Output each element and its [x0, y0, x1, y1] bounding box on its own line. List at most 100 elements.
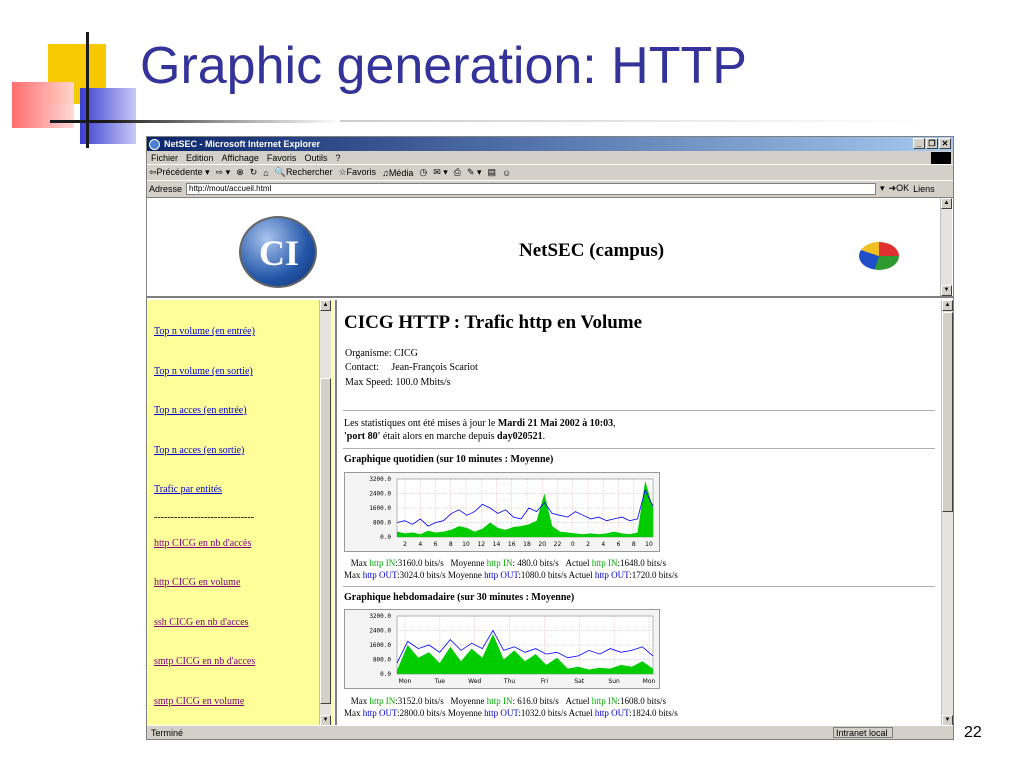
- cur-label: Actuel: [568, 708, 593, 718]
- address-dropdown-icon[interactable]: ▾: [880, 183, 885, 194]
- browser-window: NetSEC - Microsoft Internet Explorer _ ❐…: [146, 136, 954, 740]
- cur-label: Actuel: [568, 570, 593, 580]
- x-tick-label: 8: [449, 541, 453, 548]
- page-content: CI NetSEC (campus) ▲ ▼ Top n volume (en …: [147, 197, 953, 726]
- nav-link-http-access[interactable]: http CICG en nb d'accès: [154, 538, 251, 549]
- http-out-label: http OUT: [594, 708, 630, 718]
- print-icon[interactable]: ⎙: [454, 167, 461, 178]
- decor-vertical-line: [86, 32, 89, 148]
- http-in-label: http IN: [369, 696, 396, 706]
- scroll-up-icon[interactable]: ▲: [941, 198, 952, 209]
- nav-link-ssh-access[interactable]: ssh CICG en nb d'acces: [154, 617, 249, 628]
- nav-link-smtp-volume[interactable]: smtp CICG en volume: [154, 696, 244, 707]
- divider: [343, 586, 935, 587]
- weekly-in-max: :3152.0 bits/s: [395, 696, 444, 706]
- mail-icon[interactable]: ✉ ▾: [433, 167, 448, 178]
- address-input[interactable]: http://mout/accueil.html: [186, 182, 877, 195]
- minimize-button[interactable]: _: [913, 138, 925, 149]
- messenger-icon[interactable]: ☺: [502, 168, 511, 178]
- weekly-in-cur: :1608.0 bits/s: [617, 696, 667, 706]
- menu-edition[interactable]: Edition: [186, 153, 214, 163]
- http-in-label: http IN: [591, 558, 618, 568]
- avg-label: Moyenne: [447, 708, 482, 718]
- x-tick-label: 20: [538, 541, 546, 548]
- x-tick-label: 14: [493, 541, 501, 548]
- menu-bar: Fichier Edition Affichage Favoris Outils…: [147, 151, 953, 165]
- daily-chart-svg: 3200.0 2400.0 1600.0 800.0 0.0 2 4 6 8 10 12 14 16 18…: [369, 476, 654, 548]
- menu-favoris[interactable]: Favoris: [267, 153, 297, 163]
- organisme-label: Organisme:: [345, 348, 392, 359]
- forward-button[interactable]: ⇨ ▾: [216, 167, 231, 178]
- x-tick-label: Sat: [574, 678, 584, 685]
- scroll-up-icon[interactable]: ▲: [942, 300, 953, 311]
- nav-link-top-volume-out[interactable]: Top n volume (en sortie): [154, 366, 253, 377]
- slide-title: Graphic generation: HTTP: [140, 37, 747, 95]
- scroll-down-icon[interactable]: ▼: [941, 285, 952, 296]
- stop-icon[interactable]: ⊗: [236, 167, 244, 178]
- nav-frame-scrollbar[interactable]: ▲ ▼: [319, 300, 331, 726]
- y-tick-label: 2400.0: [369, 491, 391, 498]
- nav-link-top-access-out[interactable]: Top n acces (en sortie): [154, 445, 244, 456]
- x-tick-label: Mon: [399, 678, 412, 685]
- nav-link-top-access-in[interactable]: Top n acces (en entrée): [154, 405, 247, 416]
- favorites-button[interactable]: ☆Favoris: [338, 167, 376, 178]
- x-tick-label: Fri: [541, 678, 548, 685]
- x-tick-label: 6: [617, 541, 621, 548]
- discuss-icon[interactable]: ▤: [488, 167, 497, 178]
- weekly-out-cur: :1824.0 bits/s: [629, 708, 678, 718]
- close-button[interactable]: ✕: [939, 138, 951, 149]
- windows-logo-icon: [931, 152, 951, 164]
- maxspeed-label: Max Speed:: [345, 377, 394, 388]
- nav-link-traffic-entities[interactable]: Trafic par entités: [154, 484, 222, 495]
- weekly-out-max: :2800.0 bits/s: [397, 708, 446, 718]
- nav-link-smtp-access[interactable]: smtp CICG en nb d'acces: [154, 656, 255, 667]
- security-zone: Intranet local: [833, 727, 893, 738]
- menu-help[interactable]: ?: [335, 153, 340, 163]
- back-button[interactable]: ⇦Précédente ▾: [149, 167, 210, 178]
- divider: [343, 448, 935, 449]
- cur-label: Actuel: [565, 696, 590, 706]
- y-tick-label: 1600.0: [369, 642, 391, 649]
- update-line: Les statistiques ont été mises à jour le…: [344, 418, 616, 429]
- search-button[interactable]: 🔍Rechercher: [275, 167, 333, 178]
- y-tick-label: 2400.0: [369, 628, 391, 635]
- maximize-button[interactable]: ❐: [926, 138, 938, 149]
- media-button[interactable]: ♫Média: [382, 168, 413, 178]
- home-icon[interactable]: ⌂: [263, 168, 268, 178]
- x-tick-label: 10: [645, 541, 653, 548]
- refresh-icon[interactable]: ↻: [250, 167, 258, 178]
- menu-affichage[interactable]: Affichage: [222, 153, 259, 163]
- favorites-label: Favoris: [346, 167, 377, 177]
- menu-fichier[interactable]: Fichier: [151, 153, 178, 163]
- status-bar: Terminé Intranet local: [147, 725, 953, 739]
- browser-titlebar[interactable]: NetSEC - Microsoft Internet Explorer _ ❐…: [147, 137, 953, 151]
- window-title: NetSEC - Microsoft Internet Explorer: [164, 139, 321, 149]
- main-frame: CICG HTTP : Trafic http en Volume Organi…: [335, 300, 953, 726]
- menu-outils[interactable]: Outils: [304, 153, 327, 163]
- scroll-thumb[interactable]: [320, 378, 331, 704]
- http-out-label: http OUT: [594, 570, 630, 580]
- nav-link-top-volume-in[interactable]: Top n volume (en entrée): [154, 326, 255, 337]
- top-frame-scrollbar[interactable]: ▲ ▼: [940, 198, 952, 296]
- daily-stats-out: Max http OUT:3024.0 bits/s Moyenne http …: [344, 570, 678, 580]
- daily-in-max: :3160.0 bits/s: [395, 558, 444, 568]
- http-in-label: http IN: [591, 696, 618, 706]
- scroll-thumb[interactable]: [942, 312, 953, 512]
- go-button[interactable]: ➜OK: [889, 183, 910, 194]
- x-tick-label: Sun: [608, 678, 620, 685]
- max-label: Max: [344, 708, 361, 718]
- nav-link-http-volume[interactable]: http CICG en volume: [154, 577, 240, 588]
- x-tick-label: 18: [523, 541, 531, 548]
- slide-number: 22: [964, 724, 982, 741]
- links-button[interactable]: Liens: [913, 184, 935, 194]
- go-label: OK: [896, 183, 910, 193]
- edit-icon[interactable]: ✎ ▾: [467, 167, 482, 178]
- history-icon[interactable]: ◷: [419, 167, 427, 178]
- nav-separator: ------------------------------: [154, 512, 254, 523]
- contact-row: Contact: Jean-François Scariot: [345, 362, 478, 373]
- main-frame-scrollbar[interactable]: ▲ ▼: [941, 300, 953, 726]
- http-out-label: http OUT: [362, 708, 398, 718]
- decor-horizontal-line: [50, 120, 340, 123]
- scroll-up-icon[interactable]: ▲: [320, 300, 331, 311]
- netsec-title: NetSEC (campus): [519, 240, 665, 261]
